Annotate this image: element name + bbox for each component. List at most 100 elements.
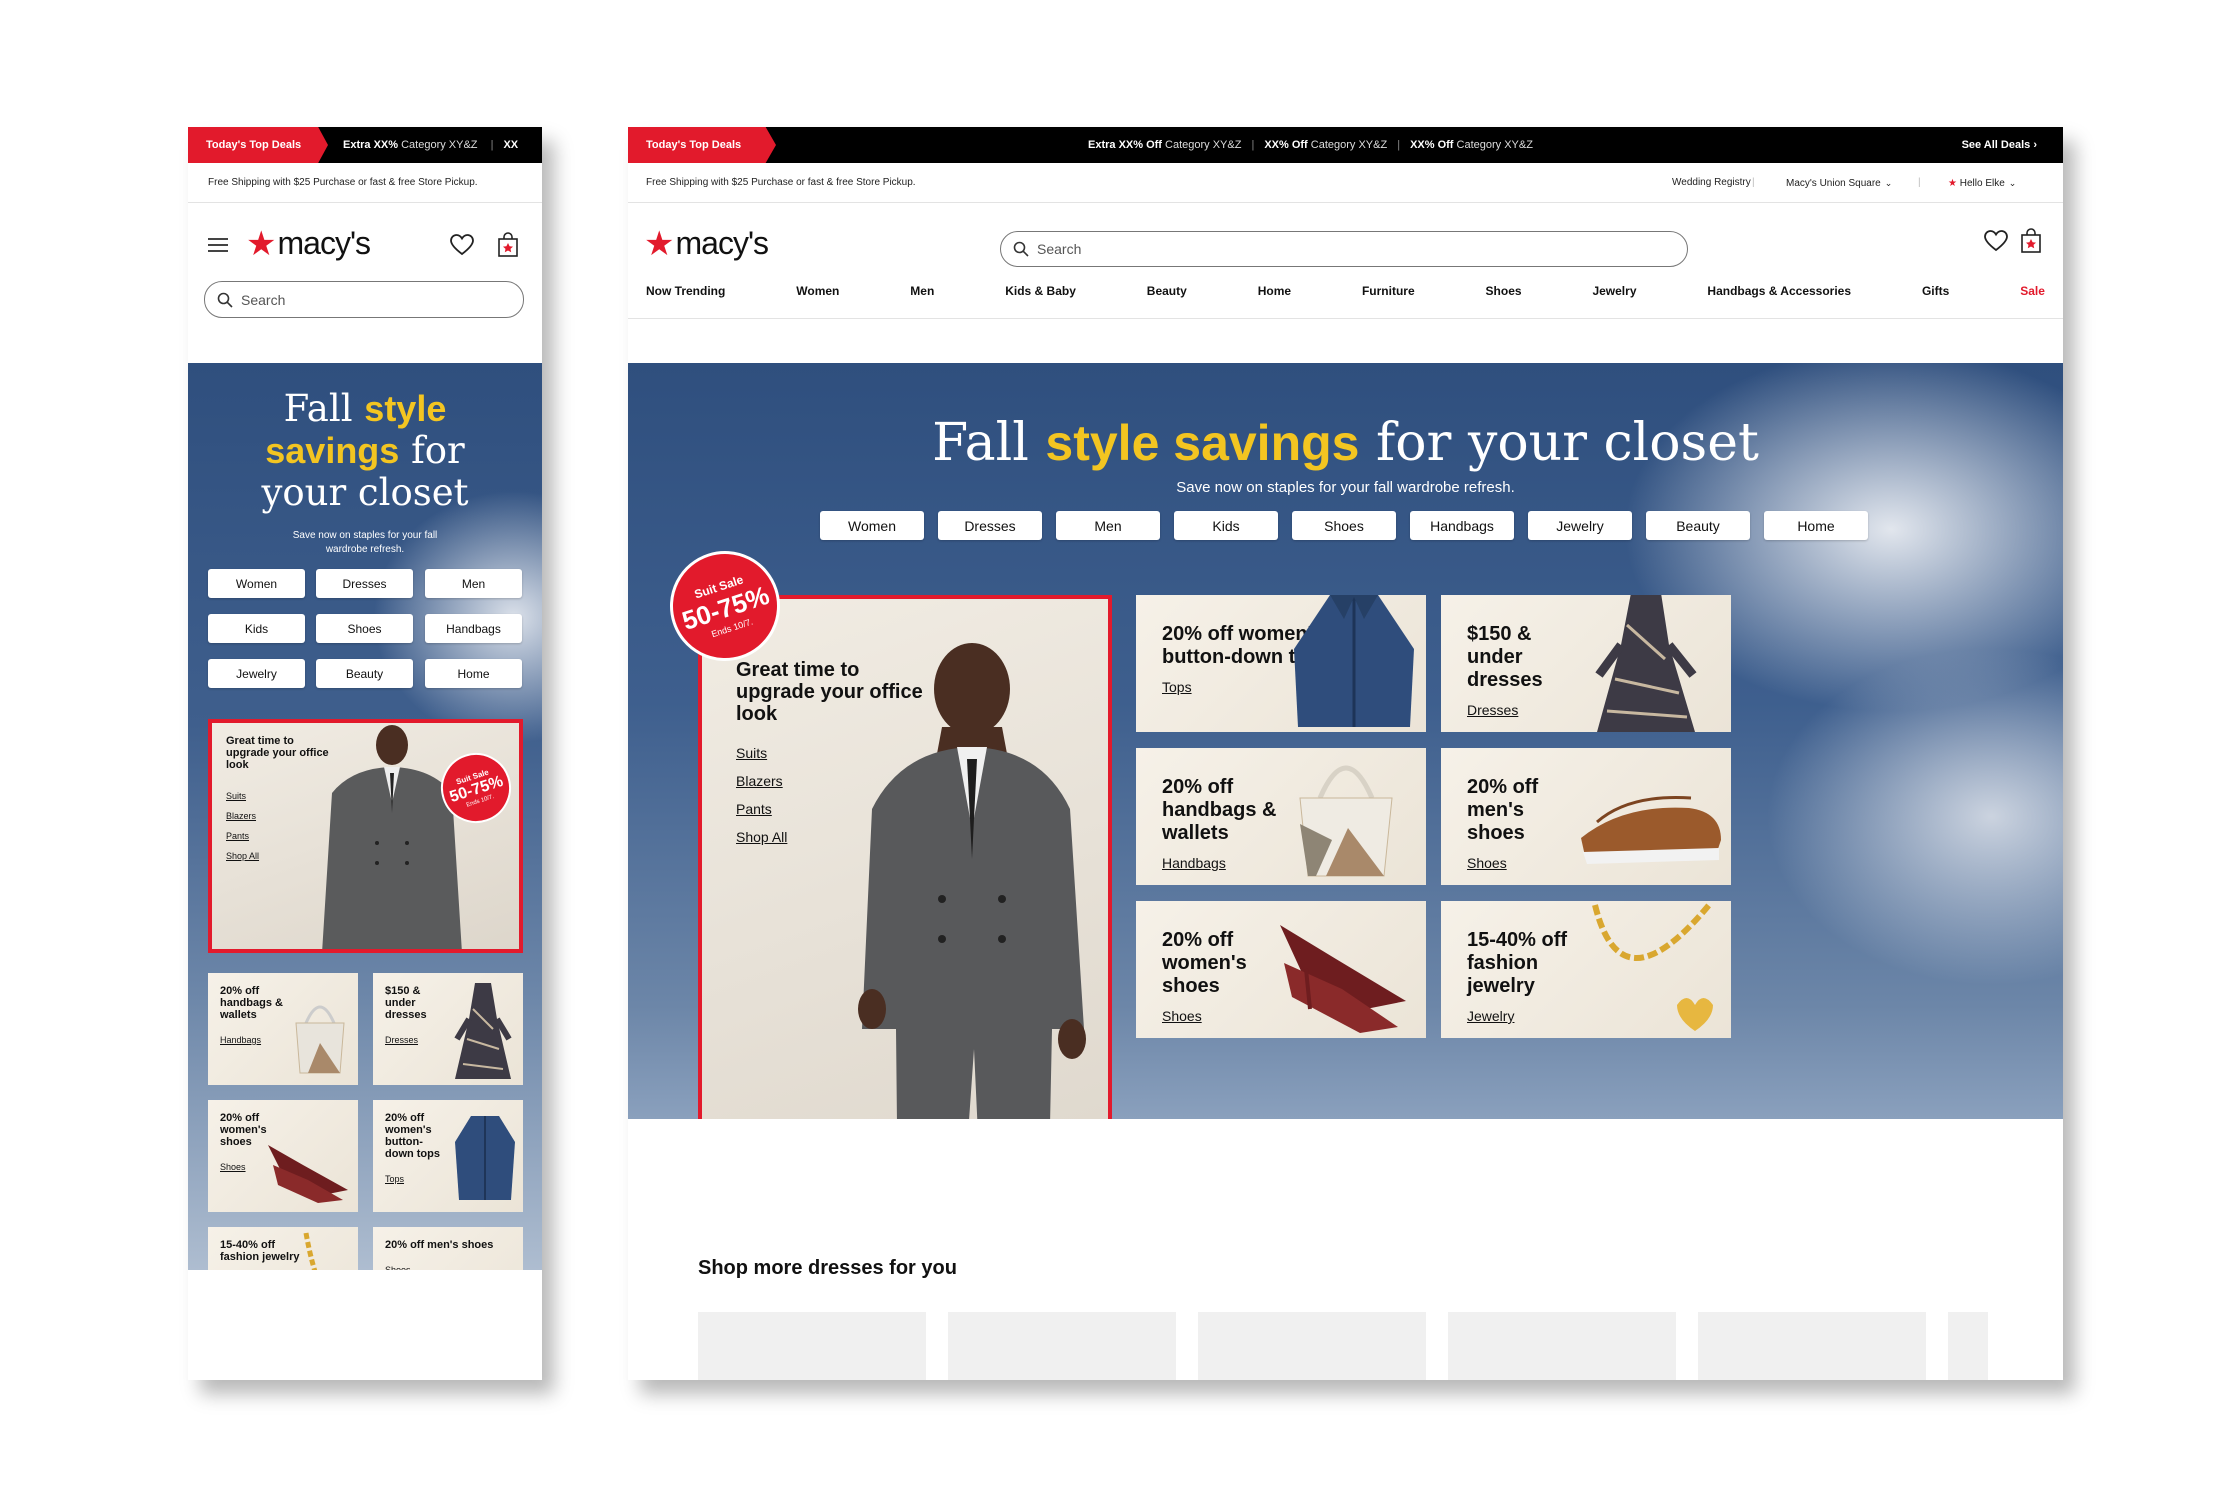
shipping-bar: Free Shipping with $25 Purchase or fast …: [628, 163, 2063, 203]
nav-handbags-accessories[interactable]: Handbags & Accessories: [1707, 284, 1851, 306]
search-bar[interactable]: [204, 281, 524, 318]
card-dresses[interactable]: $150 & under dresses Dresses: [1441, 595, 1731, 732]
pill-beauty[interactable]: Beauty: [1646, 511, 1750, 540]
deal-items[interactable]: Extra XX% Off Category XY&Z | XX% Off Cate…: [1088, 127, 1533, 163]
nav-women[interactable]: Women: [796, 284, 839, 306]
link-blazers[interactable]: Blazers: [226, 811, 256, 821]
pill-jewelry[interactable]: Jewelry: [1528, 511, 1632, 540]
search-bar[interactable]: [1000, 231, 1688, 267]
todays-top-deals-tag[interactable]: Today's Top Deals: [628, 127, 776, 163]
nav-beauty[interactable]: Beauty: [1147, 284, 1187, 306]
search-icon: [1013, 241, 1029, 257]
card-mens-shoes[interactable]: 20% off men's shoes Shoes: [1441, 748, 1731, 885]
nav-now-trending[interactable]: Now Trending: [646, 284, 725, 306]
hero-title: Fall style savings for your closet: [261, 387, 469, 514]
link-shop-all[interactable]: Shop All: [226, 851, 259, 861]
necklace-image: [1592, 903, 1713, 1031]
nav-gifts[interactable]: Gifts: [1922, 284, 1949, 306]
nav-kids-baby[interactable]: Kids & Baby: [1005, 284, 1076, 306]
pill-jewelry[interactable]: Jewelry: [208, 659, 305, 688]
store-selector[interactable]: Macy's Union Square ⌄: [1786, 163, 1892, 204]
todays-top-deals-tag[interactable]: Today's Top Deals: [188, 127, 328, 163]
suit-model-image: [322, 725, 462, 949]
denim-shirt-image: [455, 1116, 515, 1200]
hamburger-menu-icon[interactable]: [204, 231, 232, 259]
product-placeholder[interactable]: [1698, 1312, 1926, 1380]
heart-icon[interactable]: [448, 231, 476, 259]
nav-furniture[interactable]: Furniture: [1362, 284, 1415, 306]
link-pants[interactable]: Pants: [226, 831, 249, 841]
link-shop-all[interactable]: Shop All: [736, 829, 787, 845]
shopping-bag-icon[interactable]: [494, 231, 522, 259]
product-placeholder[interactable]: [948, 1312, 1176, 1380]
card-womens-shoes[interactable]: 20% off women's shoes Shoes: [1136, 901, 1426, 1038]
product-placeholder[interactable]: [698, 1312, 926, 1380]
search-input[interactable]: [241, 291, 486, 308]
macys-logo[interactable]: ★ macy's: [644, 224, 769, 263]
card-handbags[interactable]: 20% off handbags & wallets Handbags: [1136, 748, 1426, 885]
necklace-image: [303, 1232, 318, 1270]
nav-shoes[interactable]: Shoes: [1486, 284, 1522, 306]
link-suits[interactable]: Suits: [226, 791, 246, 801]
pill-dresses[interactable]: Dresses: [938, 511, 1042, 540]
pill-home[interactable]: Home: [1764, 511, 1868, 540]
card-dresses[interactable]: $150 & under dresses Dresses: [373, 973, 523, 1085]
nav-sale[interactable]: Sale: [2020, 284, 2045, 306]
link-suits[interactable]: Suits: [736, 745, 767, 761]
card-handbags[interactable]: 20% off handbags & wallets Handbags: [208, 973, 358, 1085]
shopping-bag-icon[interactable]: [2017, 227, 2045, 255]
top-deals-bar: Today's Top Deals Extra XX% Category XY&…: [188, 127, 542, 163]
shipping-text: Free Shipping with $25 Purchase or fast …: [646, 177, 916, 188]
denim-shirt-image: [1294, 595, 1414, 727]
main-nav: Now Trending Women Men Kids & Baby Beaut…: [646, 284, 2045, 306]
hero-subtitle: Save now on staples for your fall wardro…: [1176, 479, 1515, 496]
search-input[interactable]: [1037, 241, 1577, 257]
pill-kids[interactable]: Kids: [1174, 511, 1278, 540]
pill-shoes[interactable]: Shoes: [1292, 511, 1396, 540]
pill-women[interactable]: Women: [208, 569, 305, 598]
nav-home[interactable]: Home: [1258, 284, 1291, 306]
pill-handbags[interactable]: Handbags: [425, 614, 522, 643]
pill-handbags[interactable]: Handbags: [1410, 511, 1514, 540]
shipping-text: Free Shipping with $25 Purchase or fast …: [208, 177, 478, 188]
womens-shoes-image: [1280, 925, 1406, 1033]
pill-men[interactable]: Men: [1056, 511, 1160, 540]
shop-more-dresses-heading: Shop more dresses for you: [698, 1257, 957, 1279]
card-jewelry[interactable]: 15-40% off fashion jewelry Jewelry: [1441, 901, 1731, 1038]
desktop-view: Today's Top Deals Extra XX% Off Category…: [628, 127, 2063, 1380]
star-logo-icon: ★: [246, 224, 277, 263]
hero-title: Fall style savings for your closet: [932, 413, 1759, 473]
handbag-image: [1299, 765, 1393, 877]
dress-image: [454, 983, 512, 1079]
card-womens-shoes[interactable]: 20% off women's shoes Shoes: [208, 1100, 358, 1212]
pill-beauty[interactable]: Beauty: [316, 659, 413, 688]
card-jewelry[interactable]: 15-40% off fashion jewelry Jewelry: [208, 1227, 358, 1270]
card-tops[interactable]: 20% off women's button-down tops Tops: [373, 1100, 523, 1212]
macys-logo[interactable]: ★ macy's: [246, 224, 371, 263]
nav-divider: [628, 318, 2063, 319]
product-placeholder[interactable]: [1448, 1312, 1676, 1380]
heart-icon[interactable]: [1982, 227, 2010, 255]
product-placeholder[interactable]: [1948, 1312, 1988, 1380]
link-pants[interactable]: Pants: [736, 801, 772, 817]
nav-jewelry[interactable]: Jewelry: [1592, 284, 1636, 306]
pill-women[interactable]: Women: [820, 511, 924, 540]
deal-items[interactable]: Extra XX% Category XY&Z | XX: [343, 127, 518, 163]
see-all-deals-link[interactable]: See All Deals ›: [1962, 127, 2037, 163]
product-placeholder[interactable]: [1198, 1312, 1426, 1380]
account-menu[interactable]: ★ Hello Elke ⌄: [1948, 163, 2016, 204]
card-tops[interactable]: 20% off women's button-down tops Tops: [1136, 595, 1426, 732]
card-mens-shoes[interactable]: 20% off men's shoes Shoes: [373, 1227, 523, 1270]
suit-model-image: [858, 643, 1086, 1119]
pill-men[interactable]: Men: [425, 569, 522, 598]
link-blazers[interactable]: Blazers: [736, 773, 783, 789]
pill-dresses[interactable]: Dresses: [316, 569, 413, 598]
hero-banner: Fall style savings for your closet Save …: [188, 363, 542, 1270]
wedding-registry-link[interactable]: Wedding Registry: [1672, 163, 1751, 203]
pill-home[interactable]: Home: [425, 659, 522, 688]
star-logo-icon: ★: [644, 224, 675, 263]
suit-feature-card[interactable]: Great time to upgrade your office look S…: [698, 595, 1112, 1119]
pill-kids[interactable]: Kids: [208, 614, 305, 643]
nav-men[interactable]: Men: [910, 284, 934, 306]
pill-shoes[interactable]: Shoes: [316, 614, 413, 643]
